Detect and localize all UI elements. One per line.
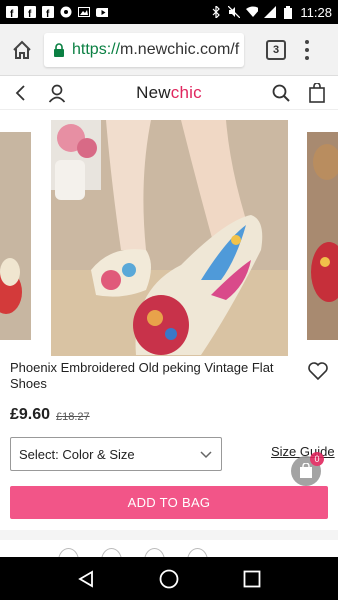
site-header: Newchic xyxy=(0,76,338,110)
url-bar[interactable]: https://m.newchic.com/f xyxy=(44,32,244,67)
signal-icon xyxy=(264,6,277,18)
home-icon[interactable] xyxy=(8,36,36,64)
youtube-icon xyxy=(96,6,108,18)
back-icon[interactable] xyxy=(10,82,32,104)
facebook-icon: f xyxy=(6,6,18,18)
add-to-bag-button[interactable]: ADD TO BAG xyxy=(10,486,328,519)
url-scheme: https:// xyxy=(72,40,121,58)
image-icon xyxy=(78,6,90,18)
tab-switcher-button[interactable]: 3 xyxy=(266,39,286,60)
search-icon[interactable] xyxy=(270,82,292,104)
section-divider xyxy=(0,530,338,540)
user-icon[interactable] xyxy=(46,82,68,104)
nav-home-icon[interactable] xyxy=(158,568,180,590)
browser-toolbar: https://m.newchic.com/f 3 xyxy=(0,24,338,76)
chevron-down-icon xyxy=(199,447,213,461)
android-nav-bar xyxy=(0,557,338,600)
facebook-icon: f xyxy=(24,6,36,18)
shopping-bag-icon[interactable] xyxy=(306,82,328,104)
carousel-slide-previous[interactable] xyxy=(0,132,31,340)
facebook-icon: f xyxy=(42,6,54,18)
wishlist-heart-icon[interactable] xyxy=(307,360,329,382)
nav-recents-icon[interactable] xyxy=(241,568,263,590)
overflow-menu-icon[interactable] xyxy=(302,39,312,60)
select-label: Select: Color & Size xyxy=(19,446,135,462)
nav-back-icon[interactable] xyxy=(75,568,97,590)
url-host: m.newchic.com/f xyxy=(120,40,240,58)
carousel-slide-next[interactable] xyxy=(307,132,338,340)
cart-count-badge: 0 xyxy=(310,452,324,466)
mute-icon xyxy=(228,6,241,18)
product-old-price: £18.27 xyxy=(56,411,90,423)
status-time: 11:28 xyxy=(300,4,332,20)
lock-icon xyxy=(52,42,66,57)
bluetooth-icon xyxy=(210,6,222,18)
battery-icon xyxy=(282,5,294,19)
product-title: Phoenix Embroidered Old peking Vintage F… xyxy=(10,360,274,391)
url-text: https://m.newchic.com/f xyxy=(72,41,239,59)
logo-part-chic: chic xyxy=(170,82,202,102)
logo-part-new: New xyxy=(136,82,171,102)
wifi-icon xyxy=(246,6,259,18)
floating-cart-button[interactable]: 0 xyxy=(291,452,324,486)
chrome-notification-icon xyxy=(60,6,72,18)
status-bar: f f f 11:28 xyxy=(0,0,338,24)
shopping-bag-icon xyxy=(300,463,312,478)
product-price: £9.60 xyxy=(10,406,51,423)
color-size-select[interactable]: Select: Color & Size xyxy=(10,437,222,471)
product-image[interactable] xyxy=(51,120,288,356)
product-image-carousel[interactable] xyxy=(0,118,338,358)
